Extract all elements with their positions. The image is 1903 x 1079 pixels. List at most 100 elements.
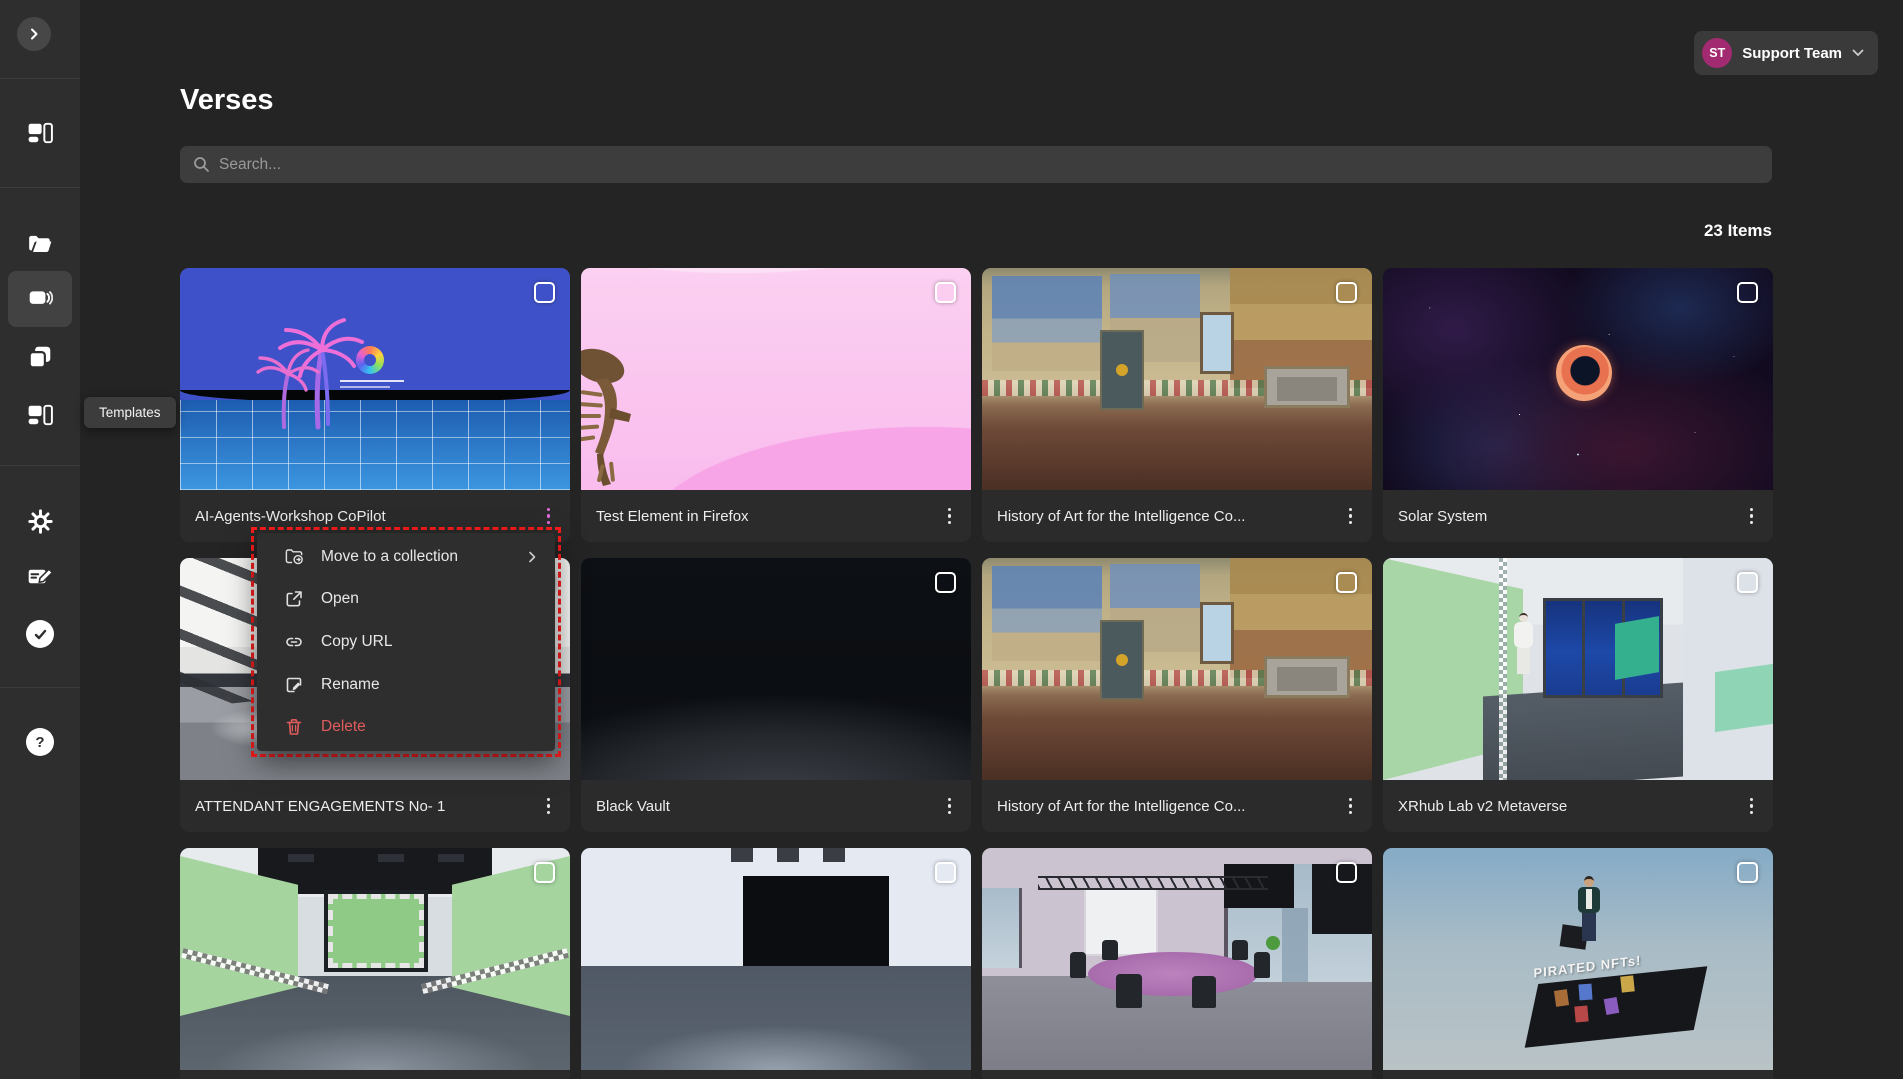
select-checkbox[interactable] [1336,862,1357,883]
card-footer: ATTENDANT ENGAGEMENTS No- 1 [180,780,570,832]
verse-thumbnail[interactable] [982,268,1372,490]
card-footer: History of Art for the Intelligence Co..… [982,490,1372,542]
user-menu-button[interactable]: ST Support Team [1694,31,1878,75]
verse-title: AI-Agents-Workshop CoPilot [195,508,386,525]
screens-icon [27,402,53,428]
thumbnail-layer [1715,664,1773,732]
thumbnail-layer [1100,620,1144,700]
thumbnail-layer [1604,997,1620,1015]
card-menu-button[interactable] [940,502,960,531]
items-count: 23 Items [180,221,1772,241]
sidebar-expand-button[interactable] [17,17,51,51]
select-checkbox[interactable] [1336,282,1357,303]
thumbnail-layer [1200,312,1234,374]
thumbnail-layer [1266,936,1280,950]
verse-title: History of Art for the Intelligence Co..… [997,798,1245,815]
card-footer [982,1070,1372,1079]
verse-thumbnail[interactable] [581,848,971,1070]
sidebar-item-tasks[interactable] [0,610,80,658]
thumbnail-layer [1102,940,1118,960]
screens-icon [27,120,53,146]
verse-thumbnail[interactable] [1383,268,1773,490]
select-checkbox[interactable] [935,862,956,883]
card-footer: Test Element in Firefox [581,490,971,542]
sidebar-item-templates[interactable] [0,391,80,439]
menu-item-label: Copy URL [321,633,539,651]
verse-card [982,848,1372,1079]
menu-item-move-to-collection[interactable]: Move to a collection [257,536,555,578]
select-checkbox[interactable] [534,282,555,303]
card-menu-button[interactable] [1742,502,1762,531]
sidebar-item-help[interactable]: ? [0,718,80,766]
sidebar-item-verses-active[interactable] [0,275,80,323]
link-icon [283,631,305,653]
verse-card [180,848,570,1079]
verse-thumbnail[interactable]: PIRATED NFTs! [1383,848,1773,1070]
card-context-menu: Move to a collection Open Copy URL Renam… [257,533,555,751]
card-footer [581,1070,971,1079]
help-circle-icon: ? [26,728,54,756]
menu-item-open[interactable]: Open [257,578,555,620]
avatar: ST [1702,38,1732,68]
menu-item-rename[interactable]: Rename [257,664,555,706]
search-bar [180,146,1772,183]
thumbnail-layer [743,876,889,972]
copilot-logo-icon [356,346,384,374]
verse-thumbnail[interactable] [180,268,570,490]
sidebar-item-feedback[interactable] [0,552,80,600]
select-checkbox[interactable] [1737,282,1758,303]
verse-thumbnail[interactable] [982,558,1372,780]
trash-icon [283,716,305,738]
card-menu-button[interactable] [1341,792,1361,821]
sidebar-item-elements[interactable] [0,333,80,381]
tooltip-label: Templates [99,405,161,420]
verse-card [581,848,971,1079]
verse-thumbnail[interactable] [581,558,971,780]
menu-item-copy-url[interactable]: Copy URL [257,621,555,663]
torus-graphic [1556,345,1612,401]
verse-card: History of Art for the Intelligence Co..… [982,268,1372,542]
verse-card: XRhub Lab v2 Metaverse [1383,558,1773,832]
verse-thumbnail[interactable] [180,848,570,1070]
thumbnail-layer [731,848,851,862]
page-title: Verses [180,84,274,117]
thumbnail-layer [1574,1005,1588,1022]
card-footer: Solar System [1383,490,1773,542]
card-menu-button[interactable] [539,792,559,821]
menu-item-delete[interactable]: Delete [257,706,555,748]
select-checkbox[interactable] [1737,862,1758,883]
sidebar-item-screens[interactable] [0,109,80,157]
verse-title: ATTENDANT ENGAGEMENTS No- 1 [195,798,445,815]
thumbnail-layer [1116,974,1142,1008]
sidebar-item-folders[interactable] [0,220,80,268]
gear-icon [27,508,54,535]
card-menu-button[interactable] [1742,792,1762,821]
thumbnail-layer [340,386,390,388]
select-checkbox[interactable] [935,572,956,593]
card-menu-button[interactable] [1341,502,1361,531]
verse-title: XRhub Lab v2 Metaverse [1398,798,1567,815]
select-checkbox[interactable] [1336,572,1357,593]
select-checkbox[interactable] [935,282,956,303]
sidebar-item-settings[interactable] [0,497,80,545]
verse-thumbnail[interactable] [581,268,971,490]
thumbnail-layer [1620,975,1635,992]
select-checkbox[interactable] [1737,572,1758,593]
chevron-down-icon [1852,49,1864,57]
card-menu-button[interactable] [940,792,960,821]
select-checkbox[interactable] [534,862,555,883]
verse-title: History of Art for the Intelligence Co..… [997,508,1245,525]
thumbnail-layer [1038,876,1268,890]
verse-thumbnail[interactable] [1383,558,1773,780]
avatar-figure [1519,613,1528,622]
thumbnail-layer [1499,558,1507,780]
divider [0,687,80,688]
verse-card: Test Element in Firefox [581,268,971,542]
thumbnail-layer [982,888,1022,968]
sidebar: ? [0,0,80,1079]
card-menu-button-active[interactable] [539,502,559,531]
thumbnail-layer [1264,366,1350,408]
search-input[interactable] [219,156,1759,174]
verse-card: AI-Agents-Workshop CoPilot [180,268,570,542]
verse-thumbnail[interactable] [982,848,1372,1070]
